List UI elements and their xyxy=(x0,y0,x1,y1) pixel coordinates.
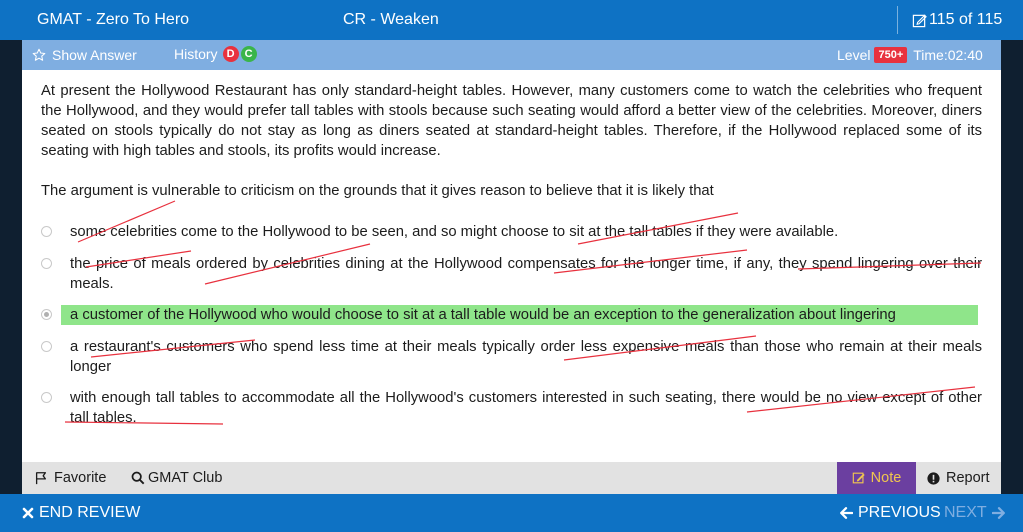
level-badge: 750+ xyxy=(874,47,908,63)
radio-button-selected[interactable] xyxy=(41,309,52,320)
previous-label: PREVIOUS xyxy=(858,504,941,521)
history[interactable]: History D C xyxy=(174,46,257,62)
flag-icon xyxy=(35,472,47,485)
show-answer-button[interactable]: Show Answer xyxy=(32,47,137,63)
radio-button[interactable] xyxy=(41,341,52,352)
radio-button[interactable] xyxy=(41,392,52,403)
edit-square-icon xyxy=(912,14,927,27)
favorite-button[interactable]: Favorite xyxy=(34,470,106,486)
report-label: Report xyxy=(946,470,990,486)
question-panel: At present the Hollywood Restaurant has … xyxy=(22,70,1001,462)
end-review-button[interactable]: END REVIEW xyxy=(22,504,140,522)
exclamation-circle-icon xyxy=(927,471,940,485)
option-text: some celebrities come to the Hollywood t… xyxy=(70,224,839,240)
next-button[interactable]: NEXT xyxy=(944,504,1006,522)
end-review-label: END REVIEW xyxy=(39,504,141,521)
question-toolbar: Show Answer History D C Level 750+ Time:… xyxy=(22,40,1001,70)
history-badge-wrong: D xyxy=(222,46,239,62)
top-bar: GMAT - Zero To Hero CR - Weaken 115 of 1… xyxy=(0,0,1023,40)
question-count-text: 115 of 115 xyxy=(929,11,1003,28)
gmat-club-button[interactable]: GMAT Club xyxy=(131,470,222,486)
previous-button[interactable]: PREVIOUS xyxy=(839,504,941,522)
section-title: CR - Weaken xyxy=(343,11,439,28)
next-label: NEXT xyxy=(944,504,987,521)
action-bar: Favorite GMAT Club Note Report xyxy=(22,462,1001,494)
app-title: GMAT - Zero To Hero xyxy=(37,11,190,28)
option-text: a restaurant's customers who spend less … xyxy=(70,339,982,375)
report-button[interactable]: Report xyxy=(927,470,990,486)
level-label: Level xyxy=(837,47,871,63)
radio-button[interactable] xyxy=(41,226,52,237)
question-stimulus: At present the Hollywood Restaurant has … xyxy=(41,83,982,159)
arrow-right-icon xyxy=(991,507,1005,519)
note-button[interactable]: Note xyxy=(837,462,916,494)
search-icon xyxy=(131,471,145,485)
navigation-bar: END REVIEW PREVIOUS NEXT xyxy=(0,494,1023,532)
arrow-left-icon xyxy=(840,507,853,519)
edit-icon xyxy=(852,472,865,484)
history-badge-correct: C xyxy=(240,46,257,62)
note-label: Note xyxy=(870,470,902,486)
divider xyxy=(897,6,898,34)
gmat-club-label: GMAT Club xyxy=(148,470,223,486)
show-answer-label: Show Answer xyxy=(52,47,137,63)
option-text-highlighted: a customer of the Hollywood who would ch… xyxy=(61,305,978,325)
question-counter: 115 of 115 xyxy=(912,11,1002,29)
timer: Time:02:40 xyxy=(913,47,983,63)
radio-button[interactable] xyxy=(41,258,52,269)
close-icon xyxy=(22,507,34,519)
favorite-label: Favorite xyxy=(54,470,107,486)
history-label: History xyxy=(174,46,218,62)
star-outline-icon xyxy=(32,48,46,61)
question-prompt: The argument is vulnerable to criticism … xyxy=(41,183,714,199)
option-text: with enough tall tables to accommodate a… xyxy=(70,390,982,426)
level-timer: Level 750+ Time:02:40 xyxy=(837,47,983,63)
option-text: the price of meals ordered by celebritie… xyxy=(70,256,982,292)
